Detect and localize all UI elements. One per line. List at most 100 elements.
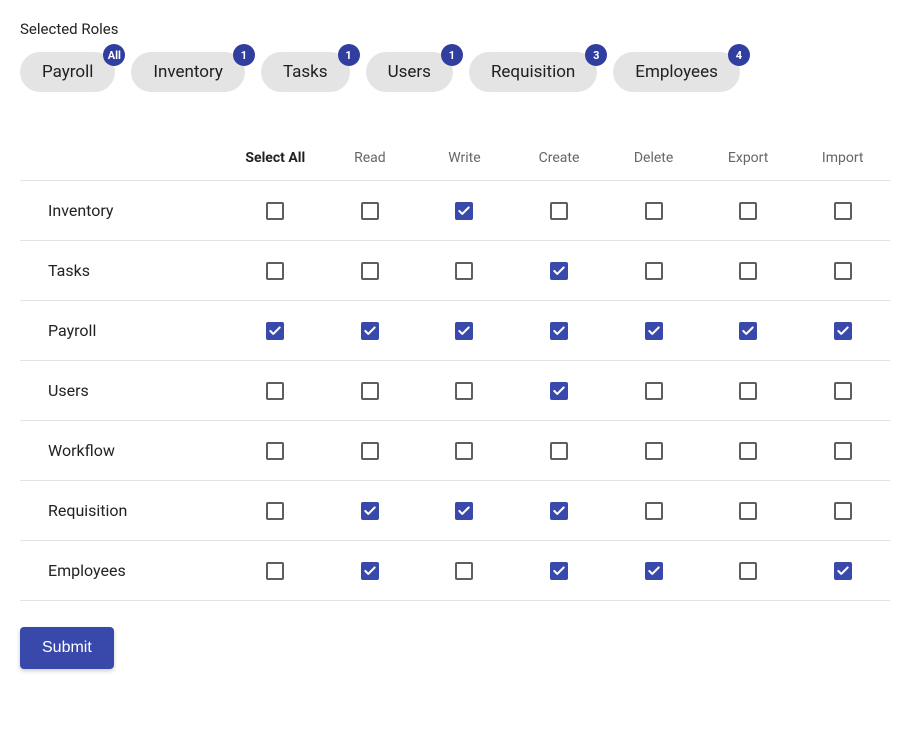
permission-checkbox[interactable] [550,502,568,520]
permission-checkbox[interactable] [834,262,852,280]
checkbox-cell [606,502,701,520]
role-chip[interactable]: Inventory1 [131,52,245,92]
checkbox-cell [701,322,796,340]
permission-checkbox[interactable] [550,382,568,400]
permission-checkbox[interactable] [455,202,473,220]
permission-checkbox[interactable] [550,262,568,280]
permission-checkbox[interactable] [645,562,663,580]
permission-checkbox[interactable] [834,382,852,400]
chip-label: Inventory [153,62,223,82]
permission-checkbox[interactable] [455,502,473,520]
permission-checkbox[interactable] [834,322,852,340]
checkbox-cell [606,202,701,220]
section-title: Selected Roles [20,20,890,38]
chip-badge: 4 [728,44,750,66]
permission-checkbox[interactable] [361,262,379,280]
permission-checkbox[interactable] [455,382,473,400]
column-header: Export [701,150,796,166]
permission-checkbox[interactable] [361,562,379,580]
checkbox-cell [512,202,607,220]
permission-checkbox[interactable] [361,442,379,460]
row-label: Tasks [20,261,228,280]
permission-checkbox[interactable] [455,442,473,460]
permission-checkbox[interactable] [739,262,757,280]
checkbox-cell [323,502,418,520]
role-chip[interactable]: Employees4 [613,52,740,92]
role-chip[interactable]: PayrollAll [20,52,115,92]
checkbox-cell [417,202,512,220]
permission-checkbox[interactable] [739,442,757,460]
table-row: Inventory [20,181,890,241]
chip-label: Users [388,62,431,82]
checkbox-cell [323,382,418,400]
checkbox-cell [512,442,607,460]
permission-checkbox[interactable] [645,502,663,520]
permission-checkbox[interactable] [550,202,568,220]
chip-badge: 3 [585,44,607,66]
permission-checkbox[interactable] [455,562,473,580]
permission-checkbox[interactable] [834,202,852,220]
checkbox-cell [795,322,890,340]
permission-checkbox[interactable] [455,322,473,340]
permission-checkbox[interactable] [739,382,757,400]
permission-checkbox[interactable] [739,562,757,580]
checkbox-cell [228,262,323,280]
permission-checkbox[interactable] [645,322,663,340]
checkbox-cell [512,262,607,280]
permission-checkbox[interactable] [550,562,568,580]
role-chip[interactable]: Users1 [366,52,453,92]
chip-badge: 1 [338,44,360,66]
checkbox-cell [417,502,512,520]
checkbox-cell [228,562,323,580]
checkbox-cell [701,442,796,460]
permission-checkbox[interactable] [266,322,284,340]
checkbox-cell [228,202,323,220]
checkbox-cell [701,262,796,280]
permission-checkbox[interactable] [361,382,379,400]
permission-checkbox[interactable] [361,322,379,340]
table-row: Users [20,361,890,421]
permission-checkbox[interactable] [266,502,284,520]
chip-badge: 1 [233,44,255,66]
permission-checkbox[interactable] [645,442,663,460]
permission-checkbox[interactable] [361,202,379,220]
submit-button[interactable]: Submit [20,627,114,669]
permission-checkbox[interactable] [739,322,757,340]
row-label: Users [20,381,228,400]
permission-checkbox[interactable] [645,382,663,400]
checkbox-cell [417,562,512,580]
permission-checkbox[interactable] [266,382,284,400]
permission-checkbox[interactable] [550,322,568,340]
checkbox-cell [417,382,512,400]
permissions-table: Select AllReadWriteCreateDeleteExportImp… [20,136,890,601]
selected-roles-chips: PayrollAll Inventory1 Tasks1 Users1 Requisit… [20,52,890,92]
checkbox-cell [323,442,418,460]
role-chip[interactable]: Requisition3 [469,52,597,92]
permission-checkbox[interactable] [266,202,284,220]
checkbox-cell [323,202,418,220]
permission-checkbox[interactable] [739,502,757,520]
column-header: Select All [228,150,323,166]
checkbox-cell [795,442,890,460]
permissions-header: Select AllReadWriteCreateDeleteExportImp… [20,136,890,181]
permissions-body: InventoryTasksPayrollUsersWorkflowRequis… [20,181,890,601]
table-row: Tasks [20,241,890,301]
role-chip[interactable]: Tasks1 [261,52,350,92]
permission-checkbox[interactable] [645,262,663,280]
permission-checkbox[interactable] [834,502,852,520]
permission-checkbox[interactable] [455,262,473,280]
permission-checkbox[interactable] [550,442,568,460]
permission-checkbox[interactable] [645,202,663,220]
permission-checkbox[interactable] [739,202,757,220]
checkbox-cell [228,442,323,460]
chip-label: Tasks [283,62,328,82]
checkbox-cell [606,562,701,580]
permission-checkbox[interactable] [834,562,852,580]
permission-checkbox[interactable] [266,262,284,280]
permission-checkbox[interactable] [266,442,284,460]
permission-checkbox[interactable] [266,562,284,580]
column-header: Delete [606,150,701,166]
header-spacer [20,150,228,166]
permission-checkbox[interactable] [361,502,379,520]
permission-checkbox[interactable] [834,442,852,460]
